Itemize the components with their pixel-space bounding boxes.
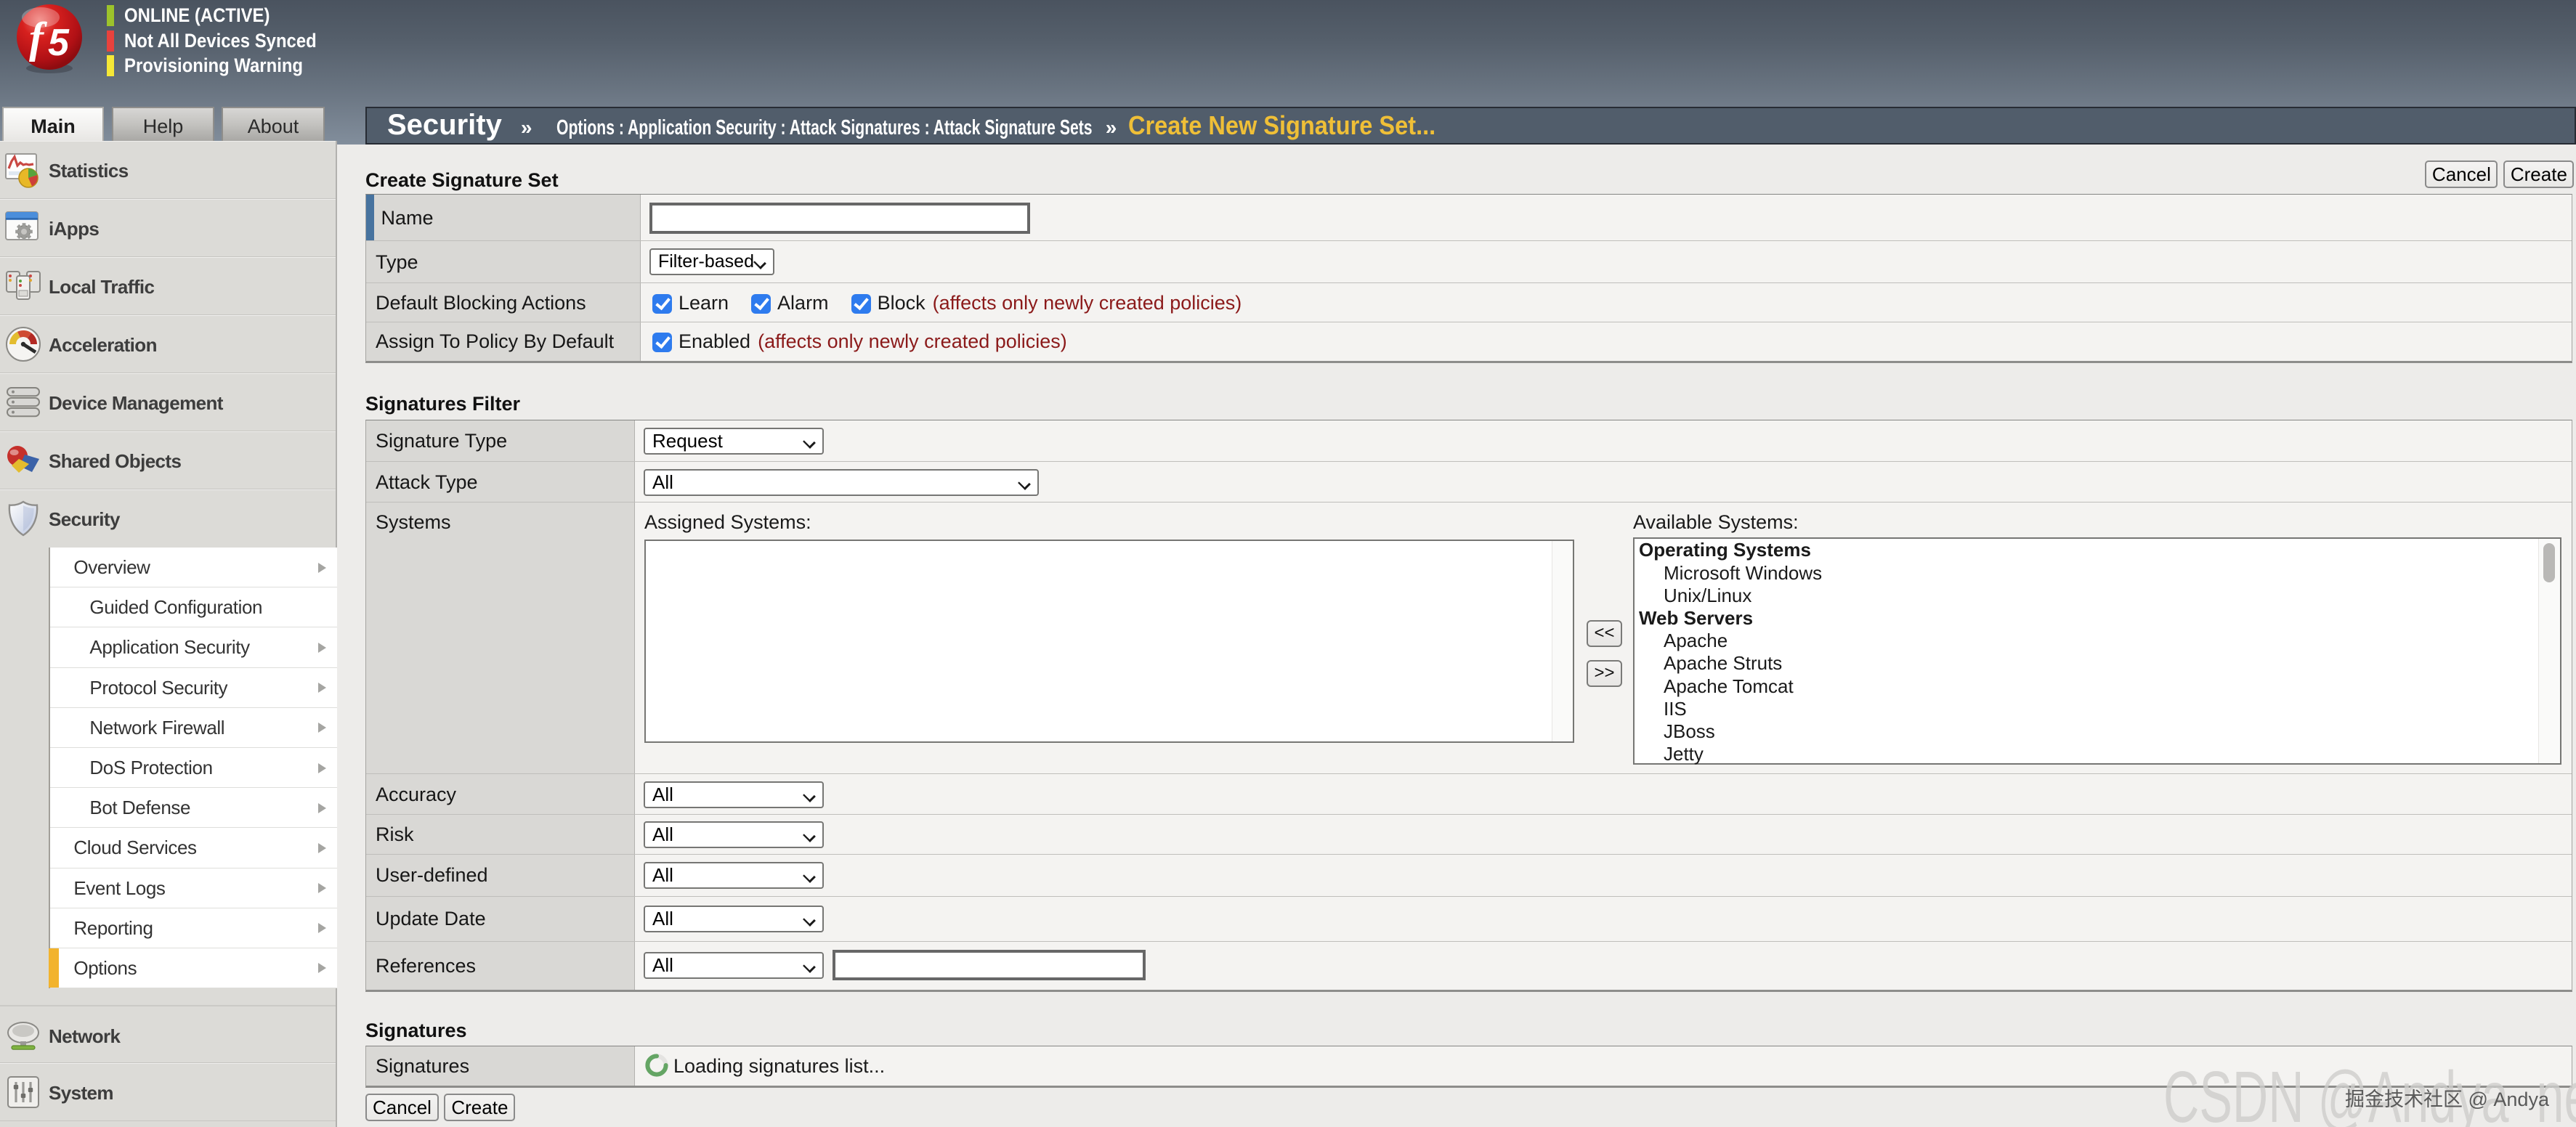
- svg-text:5: 5: [48, 22, 70, 64]
